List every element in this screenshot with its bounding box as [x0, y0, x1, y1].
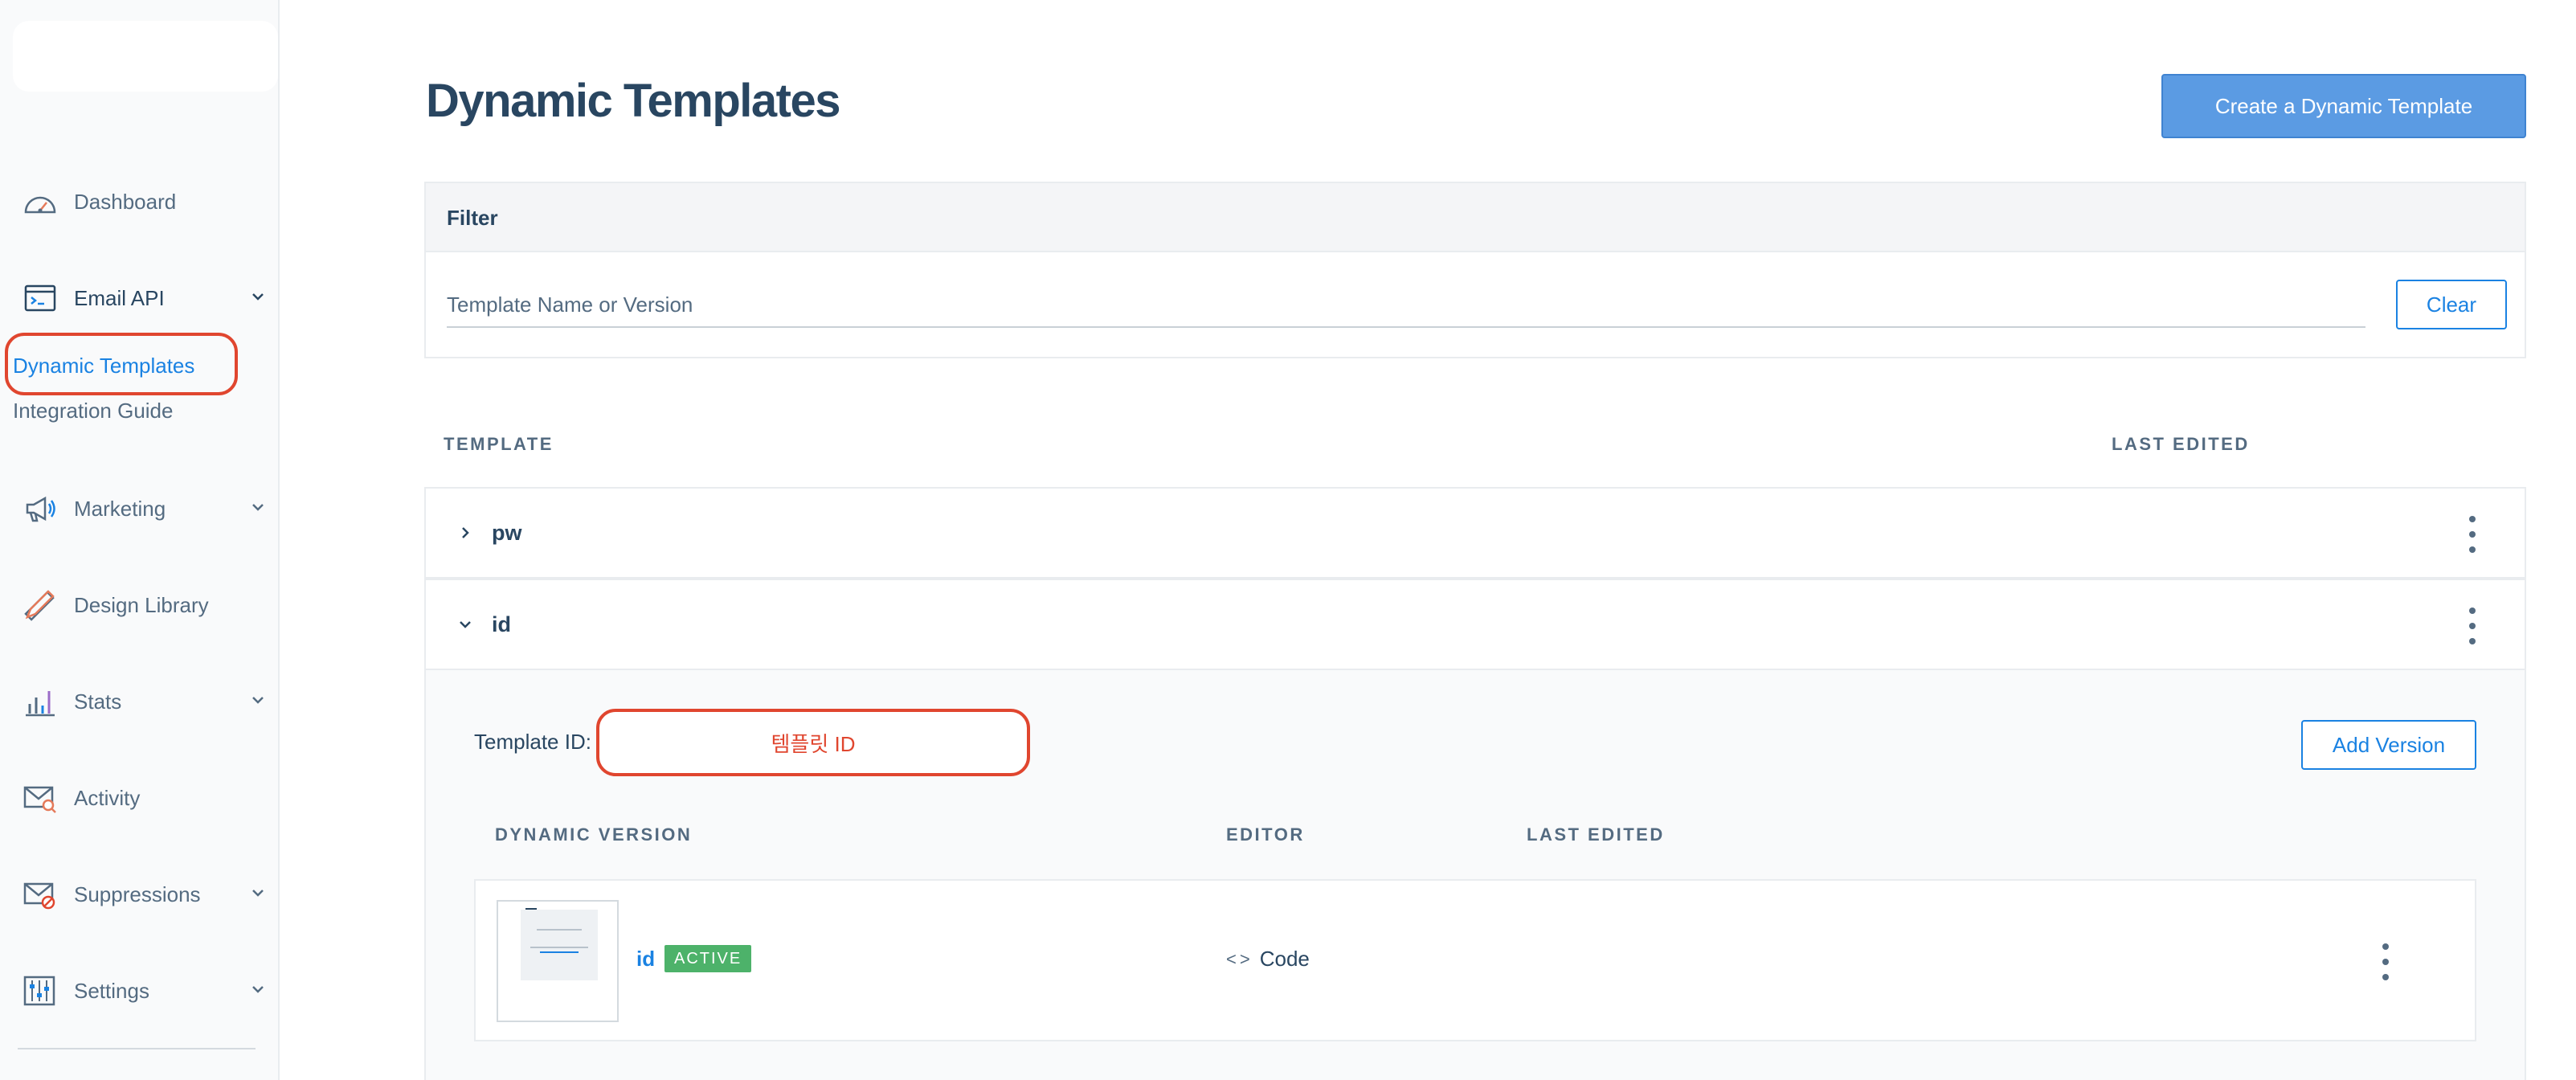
chevron-right-icon[interactable] — [456, 524, 474, 542]
sidebar-item-label: Design Library — [74, 592, 209, 617]
clear-filter-button[interactable]: Clear — [2396, 280, 2507, 329]
code-brackets-icon: <> — [1226, 948, 1253, 969]
sidebar-item-settings[interactable]: Settings — [0, 963, 278, 1019]
chevron-down-icon[interactable] — [249, 288, 267, 305]
sidebar-item-label: Stats — [74, 689, 122, 714]
thumbnail-preview — [521, 910, 598, 980]
more-options-icon[interactable] — [2467, 606, 2478, 646]
sidebar-subitem-integration-guide[interactable]: Integration Guide — [13, 399, 173, 423]
template-id-value: 템플릿 ID — [596, 709, 1030, 776]
sidebar-item-label: Marketing — [74, 496, 166, 521]
filter-title: Filter — [447, 206, 498, 230]
sidebar: Dashboard Email API Dynamic Templates In… — [0, 0, 280, 1080]
sidebar-item-stats[interactable]: Stats — [0, 673, 278, 730]
template-name[interactable]: pw — [492, 521, 522, 546]
sliders-icon — [23, 976, 55, 1006]
more-options-icon[interactable] — [2467, 514, 2478, 554]
page-title: Dynamic Templates — [426, 75, 840, 127]
envelope-search-icon — [23, 786, 56, 813]
sidebar-item-activity[interactable]: Activity — [0, 770, 278, 826]
chevron-down-icon[interactable] — [249, 884, 267, 902]
sidebar-item-label: Settings — [74, 978, 149, 1003]
filter-panel: Filter Clear — [424, 182, 2526, 358]
dashboard-gauge-icon — [24, 196, 56, 214]
chevron-down-icon[interactable] — [249, 691, 267, 709]
sidebar-item-label: Dashboard — [74, 189, 177, 214]
chevron-down-icon[interactable] — [249, 498, 267, 516]
editor-label: Code — [1259, 947, 1310, 971]
sidebar-item-design-library[interactable]: Design Library — [0, 577, 278, 633]
sidebar-item-label: Activity — [74, 785, 141, 810]
column-header-template: TEMPLATE — [444, 434, 554, 454]
logo-area[interactable] — [13, 21, 278, 92]
version-name[interactable]: id — [636, 947, 655, 972]
table-row[interactable]: pw — [424, 487, 2526, 579]
sidebar-divider — [18, 1048, 256, 1049]
template-name[interactable]: id — [492, 612, 511, 637]
sidebar-item-dashboard[interactable]: Dashboard — [0, 174, 278, 230]
bar-chart-icon — [26, 691, 55, 717]
template-search-input[interactable] — [447, 283, 2365, 328]
column-header-dynamic-version: DYNAMIC VERSION — [495, 824, 693, 845]
template-id-label: Template ID: — [474, 730, 591, 754]
sidebar-item-suppressions[interactable]: Suppressions — [0, 866, 278, 922]
column-header-version-last-edited: LAST EDITED — [1527, 824, 1665, 845]
more-options-icon[interactable] — [2380, 942, 2391, 982]
version-row[interactable]: id ACTIVE <> Code — [474, 879, 2476, 1041]
chevron-down-icon[interactable] — [456, 616, 474, 633]
chevron-down-icon[interactable] — [249, 980, 267, 998]
template-thumbnail[interactable] — [497, 900, 619, 1022]
status-badge: ACTIVE — [664, 945, 752, 972]
megaphone-icon — [26, 496, 55, 522]
editor-type: <> Code — [1226, 947, 1310, 972]
column-header-editor: EDITOR — [1226, 824, 1305, 845]
sidebar-item-marketing[interactable]: Marketing — [0, 481, 278, 537]
sidebar-item-label: Email API — [74, 285, 165, 310]
filter-header: Filter — [426, 183, 2525, 252]
sidebar-item-label: Suppressions — [74, 882, 201, 906]
sidebar-item-email-api[interactable]: Email API — [0, 270, 278, 326]
add-version-button[interactable]: Add Version — [2301, 720, 2476, 770]
table-row[interactable]: id — [424, 579, 2526, 670]
sidebar-subitem-dynamic-templates[interactable]: Dynamic Templates — [13, 354, 194, 378]
create-dynamic-template-button[interactable]: Create a Dynamic Template — [2161, 74, 2526, 138]
envelope-block-icon — [23, 882, 55, 910]
pencil-ruler-icon — [24, 590, 55, 621]
column-header-last-edited: LAST EDITED — [2112, 434, 2250, 454]
email-api-terminal-icon — [24, 284, 56, 312]
